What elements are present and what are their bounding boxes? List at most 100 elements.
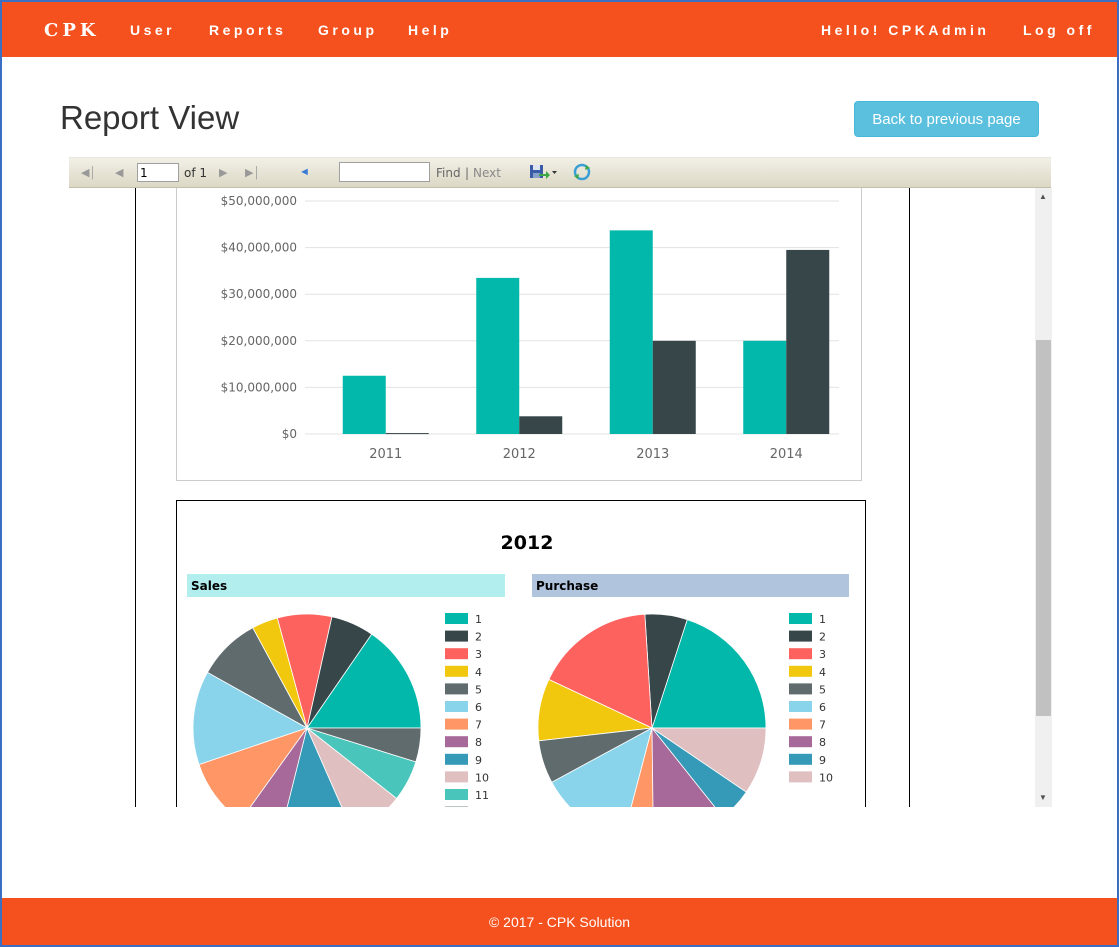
- legend-label: 11: [475, 789, 489, 802]
- legend-swatch: [789, 736, 812, 748]
- nav-user[interactable]: User: [130, 22, 175, 38]
- x-tick-label: 2011: [369, 447, 402, 462]
- bar-chart-panel: $0 $10,000,000 $20,000,000 $30,000,000 $40,0…: [176, 188, 862, 481]
- legend-label: 1: [819, 613, 826, 626]
- nav-group[interactable]: Group: [318, 22, 378, 38]
- find-text-input[interactable]: [339, 162, 430, 182]
- find-separator: |: [465, 166, 470, 180]
- bar: [743, 340, 787, 434]
- legend-swatch: [789, 771, 812, 783]
- legend-swatch: [789, 665, 812, 677]
- legend-label: 2: [475, 631, 482, 644]
- bar-chart: $0 $10,000,000 $20,000,000 $30,000,000 $40,0…: [221, 194, 839, 462]
- find-next-link[interactable]: Next: [473, 166, 501, 180]
- legend-swatch: [445, 648, 468, 660]
- pie-chart-panel: 2012Sales123456789101112Purchase12345678…: [176, 500, 866, 807]
- footer-text: © 2017 - CPK Solution: [488, 913, 631, 930]
- main-content: Report View Back to previous page ◀│ ◀ o…: [2, 57, 1117, 898]
- first-page-icon[interactable]: ◀│: [81, 166, 96, 179]
- legend-swatch: [789, 701, 812, 712]
- top-navbar: CPK User Reports Group Help Hello! CPKAd…: [2, 2, 1117, 57]
- legend-label: 9: [819, 754, 826, 767]
- bar: [609, 230, 653, 434]
- x-tick-label: 2012: [503, 447, 536, 462]
- legend-label: 4: [475, 666, 482, 679]
- legend-swatch: [445, 789, 468, 800]
- y-tick-label: $50,000,000: [221, 194, 297, 208]
- y-tick-label: $40,000,000: [221, 241, 297, 255]
- legend-swatch: [789, 648, 812, 660]
- pie-charts: 2012Sales123456789101112Purchase12345678…: [187, 532, 849, 807]
- previous-page-icon[interactable]: ◀: [115, 166, 123, 179]
- legend-label: 5: [475, 683, 482, 696]
- bar: [652, 340, 696, 434]
- legend-swatch: [445, 771, 468, 783]
- legend-label: 9: [475, 754, 482, 767]
- legend-swatch: [789, 683, 812, 695]
- pie-section-title: 2012: [501, 532, 554, 554]
- nav-reports[interactable]: Reports: [209, 22, 286, 38]
- y-tick-label: $10,000,000: [221, 380, 297, 394]
- legend-label: 8: [475, 736, 482, 749]
- back-button[interactable]: Back to previous page: [854, 101, 1039, 137]
- scroll-thumb[interactable]: [1036, 340, 1051, 716]
- bar: [385, 433, 429, 435]
- legend-swatch: [445, 665, 468, 677]
- pie-panel-label: Sales: [191, 579, 227, 593]
- legend-label: 5: [819, 683, 826, 696]
- legend-label: 10: [475, 771, 489, 784]
- page-title: Report View: [60, 99, 240, 136]
- legend-swatch: [445, 683, 468, 695]
- refresh-icon[interactable]: [572, 162, 592, 187]
- pie-panel-header: [187, 574, 505, 597]
- legend-label: 7: [819, 719, 826, 732]
- legend-swatch: [445, 753, 468, 765]
- find-link[interactable]: Find: [436, 166, 461, 180]
- last-page-icon[interactable]: ▶│: [245, 166, 260, 179]
- legend-label: 10: [819, 771, 833, 784]
- legend-label: 6: [819, 701, 826, 714]
- bar: [476, 277, 520, 434]
- legend-swatch: [789, 753, 812, 765]
- back-to-parent-icon[interactable]: ◄: [299, 166, 310, 178]
- vertical-scrollbar[interactable]: ▲ ▼: [1035, 188, 1052, 807]
- bar: [786, 249, 830, 434]
- legend-swatch: [789, 613, 812, 624]
- legend-swatch: [445, 718, 468, 730]
- nav-help[interactable]: Help: [408, 22, 452, 38]
- bar: [342, 375, 386, 434]
- export-icon[interactable]: [528, 162, 558, 187]
- legend-label: 1: [475, 613, 482, 626]
- legend-swatch: [445, 613, 468, 624]
- next-page-icon[interactable]: ▶: [219, 166, 227, 179]
- legend-swatch: [445, 701, 468, 712]
- scroll-down-icon[interactable]: ▼: [1039, 793, 1047, 802]
- bar: [519, 416, 563, 434]
- y-tick-label: $0: [282, 427, 297, 441]
- report-viewport[interactable]: $0 $10,000,000 $20,000,000 $30,000,000 $40,0…: [69, 188, 1051, 807]
- report-toolbar: ◀│ ◀ of 1 ▶ ▶│ ◄ Find | Next: [69, 157, 1051, 188]
- brand-logo[interactable]: CPK: [44, 20, 100, 41]
- x-tick-label: 2013: [636, 447, 669, 462]
- logoff-link[interactable]: Log off: [1023, 22, 1095, 38]
- y-tick-label: $20,000,000: [221, 334, 297, 348]
- legend-label: 3: [819, 648, 826, 661]
- page-count: of 1: [184, 166, 208, 180]
- legend-label: 8: [819, 736, 826, 749]
- legend-label: 4: [819, 666, 826, 679]
- y-tick-label: $30,000,000: [221, 287, 297, 301]
- user-greeting[interactable]: Hello! CPKAdmin: [821, 22, 989, 38]
- legend-label: 3: [475, 648, 482, 661]
- legend-label: 6: [475, 701, 482, 714]
- legend-swatch: [789, 630, 812, 642]
- x-tick-label: 2014: [770, 447, 803, 462]
- legend-label: 7: [475, 719, 482, 732]
- scroll-up-icon[interactable]: ▲: [1039, 192, 1047, 201]
- legend-swatch: [445, 630, 468, 642]
- legend-swatch: [445, 736, 468, 748]
- legend-swatch: [789, 718, 812, 730]
- footer: © 2017 - CPK Solution: [2, 898, 1117, 945]
- legend-label: 2: [819, 631, 826, 644]
- page-number-input[interactable]: [137, 163, 179, 182]
- pie-panel-label: Purchase: [536, 579, 598, 593]
